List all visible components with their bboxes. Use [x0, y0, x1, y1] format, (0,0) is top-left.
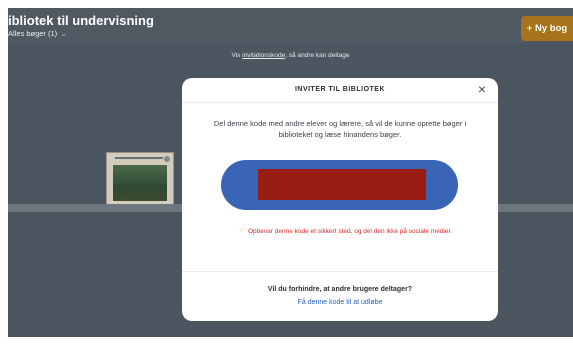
book-badge-icon	[164, 156, 170, 162]
modal-footer: Vil du forhindre, at andre brugere delta…	[182, 271, 498, 321]
book-card[interactable]	[106, 152, 174, 206]
book-title-placeholder	[115, 157, 163, 159]
modal-header: INVITER TIL BIBLIOTEK ×	[182, 78, 498, 103]
page-title: ibliotek til undervisning	[8, 13, 154, 28]
banner-prefix: Vis	[231, 52, 243, 59]
filter-label: Alles bøger (1)	[8, 29, 58, 38]
pointing-hand-icon: ☜	[237, 226, 245, 235]
invite-code-pill[interactable]	[221, 160, 458, 210]
warning-message: ☜ Opbevar denne kode et sikkert sted, og …	[230, 226, 460, 237]
redacted-code	[258, 169, 426, 200]
invite-modal: INVITER TIL BIBLIOTEK × Del denne kode m…	[182, 78, 498, 321]
book-cover-image	[113, 165, 167, 201]
invite-code-link[interactable]: invitationskode	[242, 52, 285, 59]
modal-description: Del denne kode med andre elever og lærer…	[213, 119, 467, 139]
filter-dropdown[interactable]: Alles bøger (1) ⌄	[8, 29, 67, 38]
new-book-button[interactable]: + Ny bog	[521, 16, 573, 41]
header: ibliotek til undervisning Alles bøger (1…	[8, 8, 573, 42]
modal-title: INVITER TIL BIBLIOTEK	[294, 86, 386, 93]
banner-suffix: , så andre kan deltage	[285, 52, 350, 59]
warning-text: Opbevar denne kode et sikkert sted, og d…	[248, 228, 453, 235]
close-icon[interactable]: ×	[478, 82, 486, 96]
footer-question: Vil du forhindre, at andre brugere delta…	[267, 286, 413, 293]
chevron-down-icon: ⌄	[60, 29, 67, 38]
expire-code-link[interactable]: Få denne kode til at udløbe	[182, 299, 498, 306]
invite-banner: Vis invitationskode, så andre kan deltag…	[8, 52, 573, 59]
